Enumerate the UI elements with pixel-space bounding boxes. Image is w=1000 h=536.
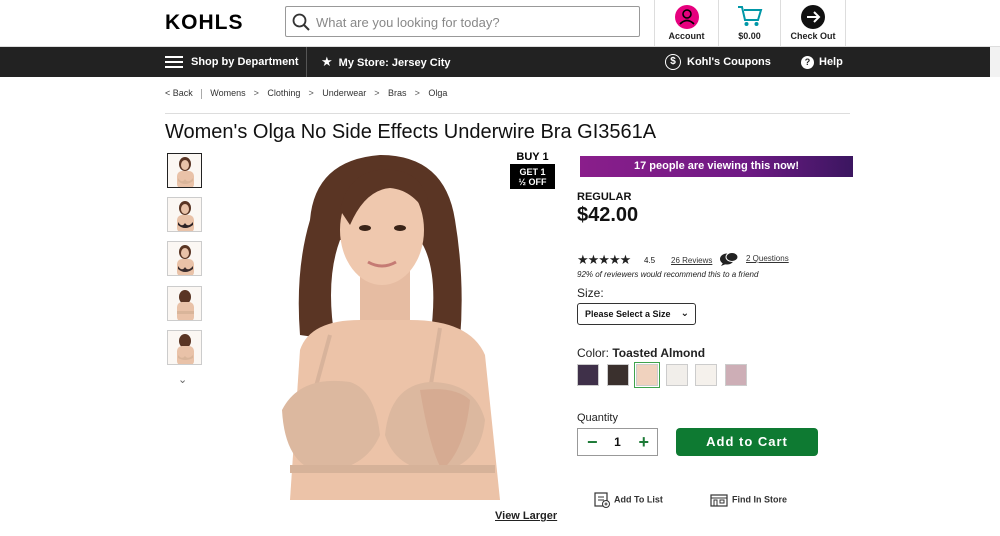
product-thumbnail[interactable] (167, 241, 202, 276)
breadcrumb: < Back Womens > Clothing > Underwear > Bras… (165, 88, 448, 99)
cart-total: $0.00 (738, 31, 761, 41)
product-title: Women's Olga No Side Effects Underwire B… (165, 121, 657, 143)
color-value: Toasted Almond (612, 346, 706, 360)
checkout-button[interactable]: Check Out (780, 0, 846, 46)
kohls-logo[interactable]: KOHLS (165, 11, 244, 35)
breadcrumb-item[interactable]: Olga (428, 88, 447, 98)
chevron-down-icon[interactable]: ⌄ (178, 373, 187, 386)
rating-value: 4.5 (644, 256, 656, 265)
search-icon (292, 13, 310, 31)
product-thumbnail[interactable] (167, 153, 202, 188)
breadcrumb-divider (200, 88, 202, 99)
cart-icon (737, 6, 762, 26)
star-rating-icon: ★★★★★ (577, 252, 631, 267)
hamburger-icon (165, 53, 183, 71)
breadcrumb-item[interactable]: Bras (388, 88, 407, 98)
offer-line: GET 1 (519, 167, 546, 177)
product-thumbnail[interactable] (167, 330, 202, 365)
price: $42.00 (577, 204, 639, 226)
store-icon (710, 494, 728, 507)
my-store[interactable]: ★ My Store: Jersey City (321, 47, 451, 77)
chat-bubble-icon (720, 252, 739, 266)
chevron-down-icon: ⌄ (680, 308, 689, 319)
quantity-label: Quantity (577, 412, 618, 424)
help-label: Help (819, 56, 843, 68)
arrow-right-icon (801, 5, 825, 29)
account-icon (674, 5, 699, 29)
dollar-icon: $ (665, 54, 681, 71)
checkout-label: Check Out (790, 31, 836, 41)
viewing-now-banner: 17 people are viewing this now! (580, 156, 853, 177)
coupons-label: Kohl's Coupons (687, 56, 771, 68)
offer-box: GET 1 ½ OFF (510, 164, 555, 189)
help-link[interactable]: ? Help (801, 47, 843, 77)
add-to-list-label: Add To List (614, 494, 663, 505)
find-in-store-label: Find In Store (732, 494, 787, 505)
breadcrumb-item[interactable]: Underwear (322, 88, 366, 98)
top-header: KOHLS Account $0.00 Check Out (0, 0, 1000, 47)
recommend-text: 92% of reviewers would recommend this to… (577, 270, 759, 279)
nav-divider (306, 47, 307, 77)
size-select-value: Please Select a Size (585, 309, 671, 319)
nav-bar: Shop by Department ★ My Store: Jersey Cit… (0, 47, 1000, 77)
add-to-cart-button[interactable]: Add to Cart (676, 428, 818, 456)
questions-link[interactable]: 2 Questions (746, 254, 789, 263)
list-icon (594, 492, 610, 508)
price-label: REGULAR (577, 191, 632, 203)
add-to-list-button[interactable]: Add To List (594, 492, 663, 508)
color-swatch[interactable] (606, 364, 629, 386)
color-swatch[interactable] (665, 364, 688, 386)
increment-button[interactable]: + (638, 430, 649, 454)
star-icon: ★ (321, 54, 333, 69)
quantity-stepper[interactable]: − 1 + (577, 428, 658, 456)
reviews-link[interactable]: 26 Reviews (671, 256, 712, 265)
color-swatch[interactable] (577, 364, 599, 386)
shop-label: Shop by Department (191, 56, 299, 68)
kohls-coupons[interactable]: $ Kohl's Coupons (665, 47, 771, 77)
nav-edge (990, 47, 1000, 77)
offer-line: ½ OFF (518, 177, 547, 187)
back-link[interactable]: < Back (165, 88, 193, 98)
color-swatch[interactable] (634, 362, 660, 388)
breadcrumb-item[interactable]: Clothing (267, 88, 300, 98)
color-swatch[interactable] (724, 364, 747, 386)
product-thumbnail[interactable] (167, 286, 202, 321)
search-input[interactable] (316, 11, 626, 33)
shop-by-department[interactable]: Shop by Department (165, 47, 299, 77)
product-main-image[interactable] (270, 150, 520, 500)
help-icon: ? (801, 55, 814, 69)
find-in-store-button[interactable]: Find In Store (710, 492, 787, 508)
view-larger-link[interactable]: View Larger (495, 510, 557, 522)
breadcrumb-item[interactable]: Womens (210, 88, 245, 98)
divider (165, 113, 850, 114)
search-box[interactable] (285, 6, 640, 37)
product-thumbnail[interactable] (167, 197, 202, 232)
color-label: Color: Toasted Almond (577, 346, 706, 360)
size-select[interactable]: Please Select a Size ⌄ (577, 303, 696, 325)
account-button[interactable]: Account (654, 0, 718, 46)
offer-title: BUY 1 (516, 151, 549, 163)
color-swatch[interactable] (695, 364, 717, 386)
store-label: My Store: Jersey City (338, 57, 451, 69)
account-label: Account (668, 31, 705, 41)
size-label: Size: (577, 286, 604, 300)
cart-button[interactable]: $0.00 (718, 0, 780, 46)
promo-badge: BUY 1 GET 1 ½ OFF (510, 151, 555, 189)
